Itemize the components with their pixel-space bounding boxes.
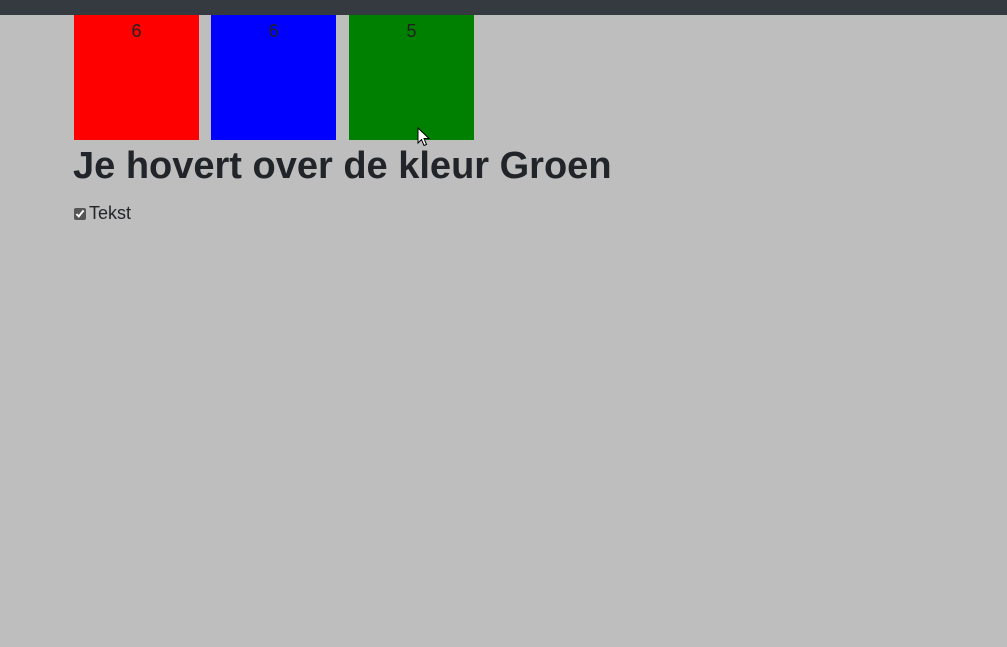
color-box-green-count: 5 [406, 21, 417, 41]
text-checkbox[interactable] [74, 207, 86, 220]
color-box-red-count: 6 [131, 21, 142, 41]
color-box-blue[interactable]: 6 [211, 15, 336, 140]
top-bar [0, 0, 1007, 15]
color-box-green[interactable]: 5 [349, 15, 474, 140]
text-checkbox-row[interactable]: Tekst [74, 203, 131, 224]
hover-message-heading: Je hovert over de kleur Groen [73, 145, 612, 187]
color-box-red[interactable]: 6 [74, 15, 199, 140]
color-boxes: 6 6 5 [74, 15, 474, 140]
text-checkbox-label: Tekst [89, 203, 132, 223]
color-box-blue-count: 6 [268, 21, 279, 41]
